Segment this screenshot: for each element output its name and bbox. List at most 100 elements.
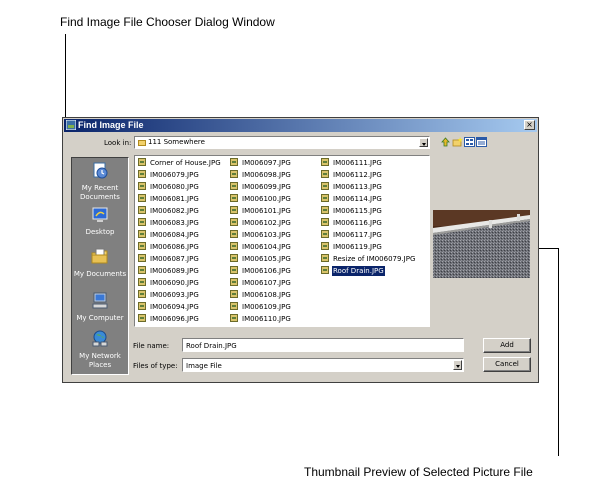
place-label: My Computer [76,314,124,322]
file-item[interactable]: IM006113.JPG [321,182,383,193]
files-of-type-dropdown[interactable]: Image File [182,358,464,372]
add-button[interactable]: Add [483,338,531,353]
jpg-file-icon [138,218,146,226]
jpg-file-icon [138,278,146,286]
jpg-file-icon [138,290,146,298]
close-button[interactable]: × [524,120,535,130]
file-item[interactable]: IM006082.JPG [138,206,200,217]
file-item[interactable]: IM006079.JPG [138,170,200,181]
file-item[interactable]: IM006110.JPG [230,314,292,325]
file-item[interactable]: Resize of IM006079.JPG [321,254,416,265]
file-name: IM006102.JPG [242,219,291,227]
file-item[interactable]: IM006096.JPG [138,314,200,325]
file-item[interactable]: IM006098.JPG [230,170,292,181]
title-bar[interactable]: Find Image File × [64,119,537,132]
place-label: Desktop [85,228,115,236]
file-name: IM006086.JPG [150,243,199,251]
file-name: IM006094.JPG [150,303,199,311]
jpg-file-icon [138,158,146,166]
file-name: IM006103.JPG [242,231,291,239]
desktop-icon [92,207,108,222]
file-name: IM006087.JPG [150,255,199,263]
thumbnail-callout-vertical [558,248,559,456]
jpg-file-icon [230,266,238,274]
place-my-documents[interactable]: My Documents [72,248,128,279]
file-item[interactable]: IM006103.JPG [230,230,292,241]
file-item[interactable]: IM006109.JPG [230,302,292,313]
files-of-type-label: Files of type: [133,362,178,370]
jpg-file-icon [321,230,329,238]
file-name-input-value: Roof Drain.JPG [186,342,237,350]
file-item[interactable]: IM006099.JPG [230,182,292,193]
chevron-down-icon[interactable] [419,138,428,147]
file-item[interactable]: IM006097.JPG [230,158,292,169]
place-network-places[interactable]: My Network Places [72,330,128,370]
place-my-computer[interactable]: My Computer [72,292,128,323]
file-item[interactable]: IM006094.JPG [138,302,200,313]
jpg-file-icon [321,218,329,226]
file-item[interactable]: IM006081.JPG [138,194,200,205]
file-item[interactable]: IM006093.JPG [138,290,200,301]
file-name: IM006109.JPG [242,303,291,311]
file-name: IM006113.JPG [333,183,382,191]
file-item[interactable]: IM006086.JPG [138,242,200,253]
jpg-file-icon [138,314,146,322]
jpg-file-icon [230,194,238,202]
look-in-dropdown[interactable]: 111 Somewhere [134,136,430,149]
jpg-file-icon [138,206,146,214]
place-label: My Recent Documents [80,184,120,201]
file-item[interactable]: IM006083.JPG [138,218,200,229]
file-name: IM006107.JPG [242,279,291,287]
file-item[interactable]: IM006111.JPG [321,158,383,169]
details-view-icon[interactable] [476,137,487,147]
file-name-input[interactable]: Roof Drain.JPG [182,338,464,352]
file-item[interactable]: IM006112.JPG [321,170,383,181]
chevron-down-icon[interactable] [453,360,462,370]
create-new-folder-icon[interactable] [452,137,463,147]
jpg-file-icon [138,302,146,310]
file-name: IM006096.JPG [150,315,199,323]
file-name: IM006115.JPG [333,207,382,215]
look-in-value: 111 Somewhere [148,138,205,146]
file-name: IM006117.JPG [333,231,382,239]
up-one-level-icon[interactable] [440,137,451,147]
file-item[interactable]: IM006101.JPG [230,206,292,217]
jpg-file-icon [321,170,329,178]
file-item[interactable]: IM006119.JPG [321,242,383,253]
cancel-button[interactable]: Cancel [483,357,531,372]
dialog-caption: Find Image File Chooser Dialog Window [60,15,275,29]
place-recent-documents[interactable]: My Recent Documents [72,162,128,202]
list-view-icon[interactable] [464,137,475,147]
file-name: IM006100.JPG [242,195,291,203]
file-item[interactable]: IM006087.JPG [138,254,200,265]
jpg-file-icon [230,314,238,322]
file-item[interactable]: IM006116.JPG [321,218,383,229]
file-item[interactable]: IM006108.JPG [230,290,292,301]
file-name: IM006108.JPG [242,291,291,299]
file-item[interactable]: IM006080.JPG [138,182,200,193]
file-item-selected[interactable]: Roof Drain.JPG [321,266,385,277]
place-desktop[interactable]: Desktop [72,206,128,237]
file-item[interactable]: IM006104.JPG [230,242,292,253]
file-item[interactable]: IM006117.JPG [321,230,383,241]
file-item[interactable]: IM006115.JPG [321,206,383,217]
file-name: IM006119.JPG [333,243,382,251]
file-item[interactable]: IM006106.JPG [230,266,292,277]
file-item[interactable]: IM006084.JPG [138,230,200,241]
file-item[interactable]: IM006100.JPG [230,194,292,205]
jpg-file-icon [230,158,238,166]
file-name: IM006098.JPG [242,171,291,179]
file-item[interactable]: IM006107.JPG [230,278,292,289]
file-name: Roof Drain.JPG [332,266,385,276]
file-name: IM006090.JPG [150,279,199,287]
file-item[interactable]: Corner of House.JPG [138,158,222,169]
file-name-label: File name: [133,342,170,350]
file-item[interactable]: IM006105.JPG [230,254,292,265]
jpg-file-icon [138,230,146,238]
file-item[interactable]: IM006090.JPG [138,278,200,289]
file-item[interactable]: IM006089.JPG [138,266,200,277]
file-item[interactable]: IM006114.JPG [321,194,383,205]
place-label: My Network Places [79,352,121,369]
file-list[interactable]: Corner of House.JPG IM006079.JPG IM00608… [134,155,430,327]
file-item[interactable]: IM006102.JPG [230,218,292,229]
